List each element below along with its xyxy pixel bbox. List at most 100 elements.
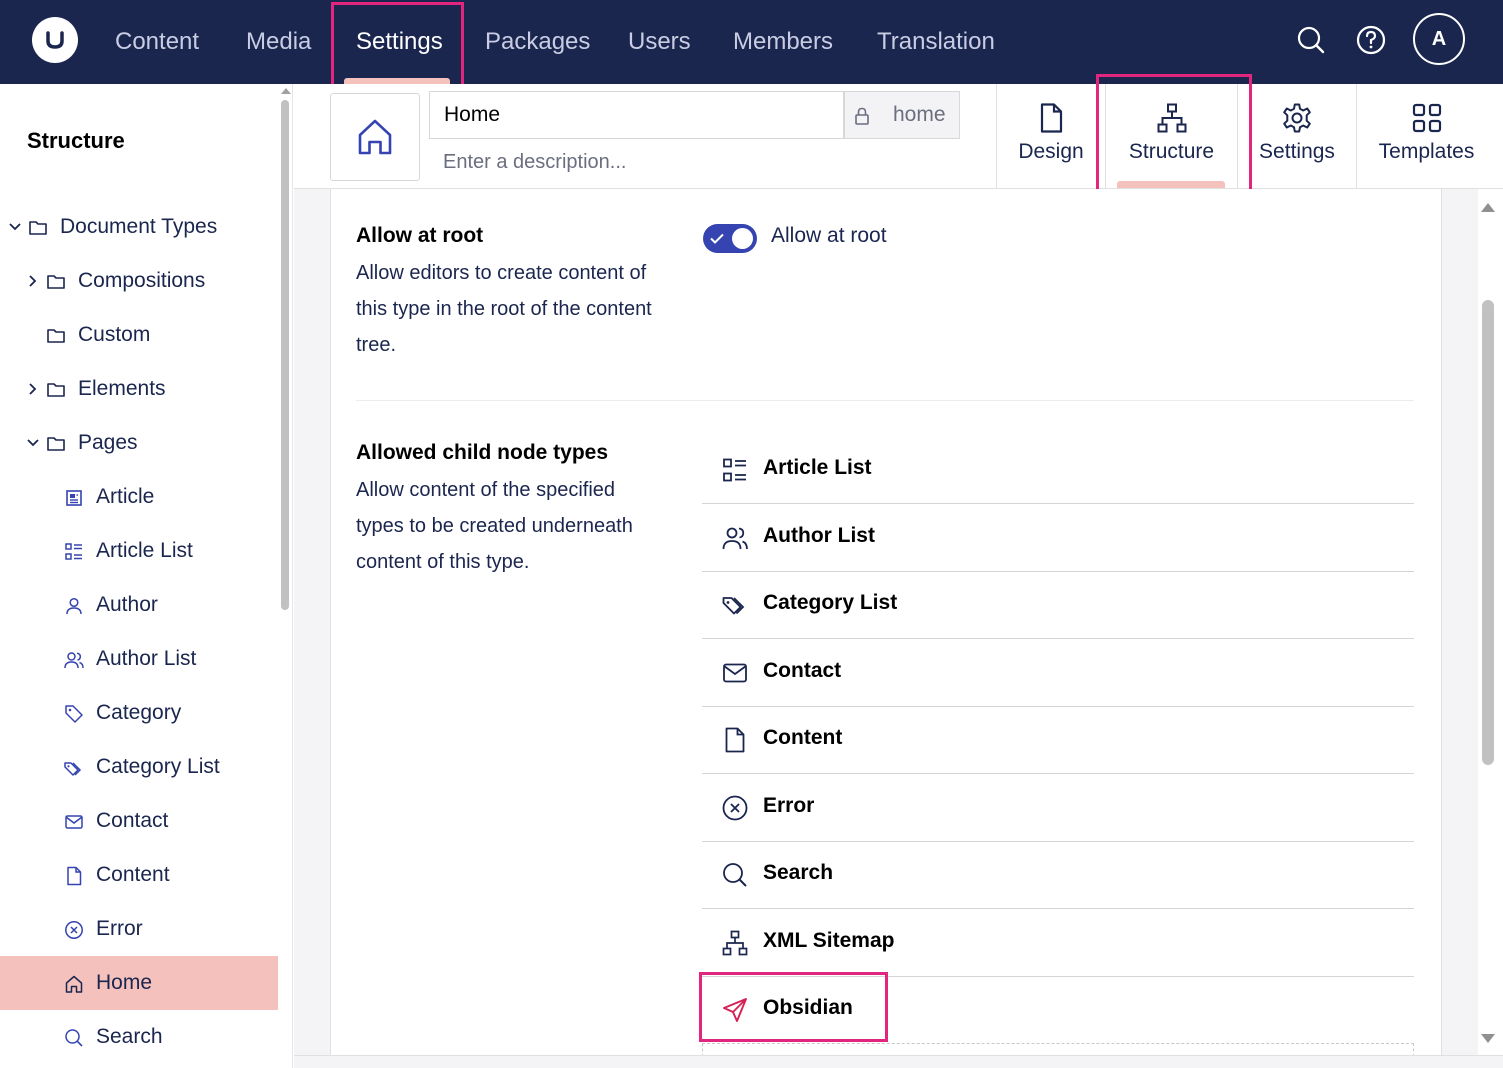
tree-item-label: Contact bbox=[96, 809, 169, 832]
nav-members[interactable]: Members bbox=[733, 0, 833, 84]
nav-packages[interactable]: Packages bbox=[485, 0, 590, 84]
child-type-content[interactable]: Content bbox=[702, 706, 1414, 774]
workspace-gutter-left bbox=[294, 189, 330, 1068]
doctype-description-input[interactable]: Enter a description... bbox=[443, 151, 626, 174]
child-type-label: Category List bbox=[763, 591, 898, 614]
tree-item-document-types[interactable]: Document Types bbox=[0, 200, 278, 254]
tree-item-pages[interactable]: Pages bbox=[0, 416, 278, 470]
tree-item-content[interactable]: Content bbox=[0, 848, 278, 902]
child-type-label: Article List bbox=[763, 456, 872, 479]
search-icon[interactable] bbox=[1296, 22, 1326, 56]
section-divider bbox=[356, 400, 1414, 401]
layout-icon bbox=[1412, 103, 1441, 133]
tree-item-compositions[interactable]: Compositions bbox=[0, 254, 278, 308]
error-icon bbox=[722, 795, 748, 821]
lock-icon[interactable] bbox=[853, 106, 871, 126]
doctype-name-input[interactable] bbox=[429, 91, 844, 139]
document-icon bbox=[1040, 103, 1063, 133]
child-type-article-list[interactable]: Article List bbox=[702, 436, 1414, 504]
child-type-label: Contact bbox=[763, 659, 842, 682]
tab-templates[interactable]: Templates bbox=[1356, 84, 1496, 188]
sitemap-icon bbox=[722, 930, 748, 956]
allow-root-title: Allow at root bbox=[356, 224, 484, 247]
chevron-down-icon[interactable] bbox=[8, 220, 22, 234]
tree-item-contact[interactable]: Contact bbox=[0, 794, 278, 848]
main-scroll-up[interactable] bbox=[1481, 203, 1495, 212]
child-type-xml-sitemap[interactable]: XML Sitemap bbox=[702, 909, 1414, 977]
mail-icon bbox=[723, 663, 747, 683]
tree-item-search[interactable]: Search bbox=[0, 1010, 278, 1064]
tree-item-category-list[interactable]: Category List bbox=[0, 740, 278, 794]
list-icon bbox=[65, 543, 82, 560]
child-type-label: XML Sitemap bbox=[763, 929, 895, 952]
doctype-alias-field[interactable]: home bbox=[844, 91, 960, 139]
tab-design[interactable]: Design bbox=[996, 84, 1105, 188]
tree-item-custom[interactable]: Custom bbox=[0, 308, 278, 362]
child-type-label: Content bbox=[763, 726, 843, 749]
search-icon bbox=[65, 1029, 83, 1047]
nav-media[interactable]: Media bbox=[246, 0, 311, 84]
user-icon bbox=[66, 597, 82, 615]
tree-item-article-list[interactable]: Article List bbox=[0, 524, 278, 578]
workspace-footer bbox=[294, 1055, 1503, 1068]
umbraco-logo[interactable] bbox=[32, 17, 78, 63]
home-icon bbox=[358, 119, 392, 155]
child-type-search[interactable]: Search bbox=[702, 841, 1414, 909]
nav-settings[interactable]: Settings bbox=[356, 0, 443, 84]
child-type-author-list[interactable]: Author List bbox=[702, 504, 1414, 572]
doctype-alias: home bbox=[893, 103, 946, 126]
list-icon bbox=[723, 458, 746, 482]
tree-item-label: Pages bbox=[78, 431, 138, 454]
tags-icon bbox=[64, 762, 82, 776]
tree-item-author-list[interactable]: Author List bbox=[0, 632, 278, 686]
tree-item-home[interactable]: Home bbox=[0, 956, 278, 1010]
document-icon bbox=[725, 727, 745, 753]
tag-icon bbox=[65, 705, 83, 723]
allow-root-toggle[interactable] bbox=[703, 224, 757, 253]
tab-structure[interactable]: Structure bbox=[1105, 84, 1237, 188]
chevron-right-icon[interactable] bbox=[26, 382, 40, 396]
tree-item-label: Error bbox=[96, 917, 143, 940]
tree-item-label: Home bbox=[96, 971, 153, 994]
tab-label: Settings bbox=[1259, 140, 1335, 163]
tree-item-label: Author List bbox=[96, 647, 197, 670]
chevron-right-icon[interactable] bbox=[26, 274, 40, 288]
child-type-obsidian[interactable]: Obsidian bbox=[702, 976, 1414, 1044]
child-type-error[interactable]: Error bbox=[702, 774, 1414, 842]
child-type-label: Author List bbox=[763, 524, 875, 547]
tab-active-indicator bbox=[1117, 181, 1225, 188]
child-type-label: Error bbox=[763, 794, 815, 817]
tab-label: Structure bbox=[1128, 140, 1215, 163]
tree-item-error[interactable]: Error bbox=[0, 902, 278, 956]
help-icon[interactable] bbox=[1356, 22, 1388, 56]
folder-icon bbox=[47, 275, 65, 289]
nav-users[interactable]: Users bbox=[628, 0, 691, 84]
check-icon bbox=[710, 233, 724, 244]
mail-icon bbox=[65, 815, 83, 829]
sidebar-scroll-up[interactable] bbox=[281, 88, 291, 94]
tree-item-label: Document Types bbox=[60, 215, 218, 238]
child-type-contact[interactable]: Contact bbox=[702, 639, 1414, 707]
tree-item-label: Custom bbox=[78, 323, 151, 346]
document-icon bbox=[67, 866, 82, 886]
tree-item-elements[interactable]: Elements bbox=[0, 362, 278, 416]
allowed-child-types-description: Allow content of the specified types to … bbox=[356, 479, 633, 573]
nav-content[interactable]: Content bbox=[115, 0, 199, 84]
tree-item-category[interactable]: Category bbox=[0, 686, 278, 740]
child-type-category-list[interactable]: Category List bbox=[702, 571, 1414, 639]
user-avatar[interactable]: A bbox=[1413, 13, 1465, 65]
sidebar-scrollbar[interactable] bbox=[281, 100, 289, 610]
error-icon bbox=[65, 921, 83, 939]
tree-item-label: Compositions bbox=[78, 269, 206, 292]
tree-item-author[interactable]: Author bbox=[0, 578, 278, 632]
main-scrollbar[interactable] bbox=[1482, 300, 1494, 765]
toggle-knob bbox=[732, 228, 753, 249]
main-scroll-down[interactable] bbox=[1481, 1034, 1495, 1043]
folder-icon bbox=[29, 221, 47, 235]
chevron-down-icon[interactable] bbox=[26, 436, 40, 450]
nav-translation[interactable]: Translation bbox=[877, 0, 995, 84]
users-icon bbox=[722, 527, 748, 550]
doctype-icon-picker[interactable] bbox=[330, 93, 420, 181]
tab-settings[interactable]: Settings bbox=[1237, 84, 1356, 188]
tree-item-article[interactable]: Article bbox=[0, 470, 278, 524]
